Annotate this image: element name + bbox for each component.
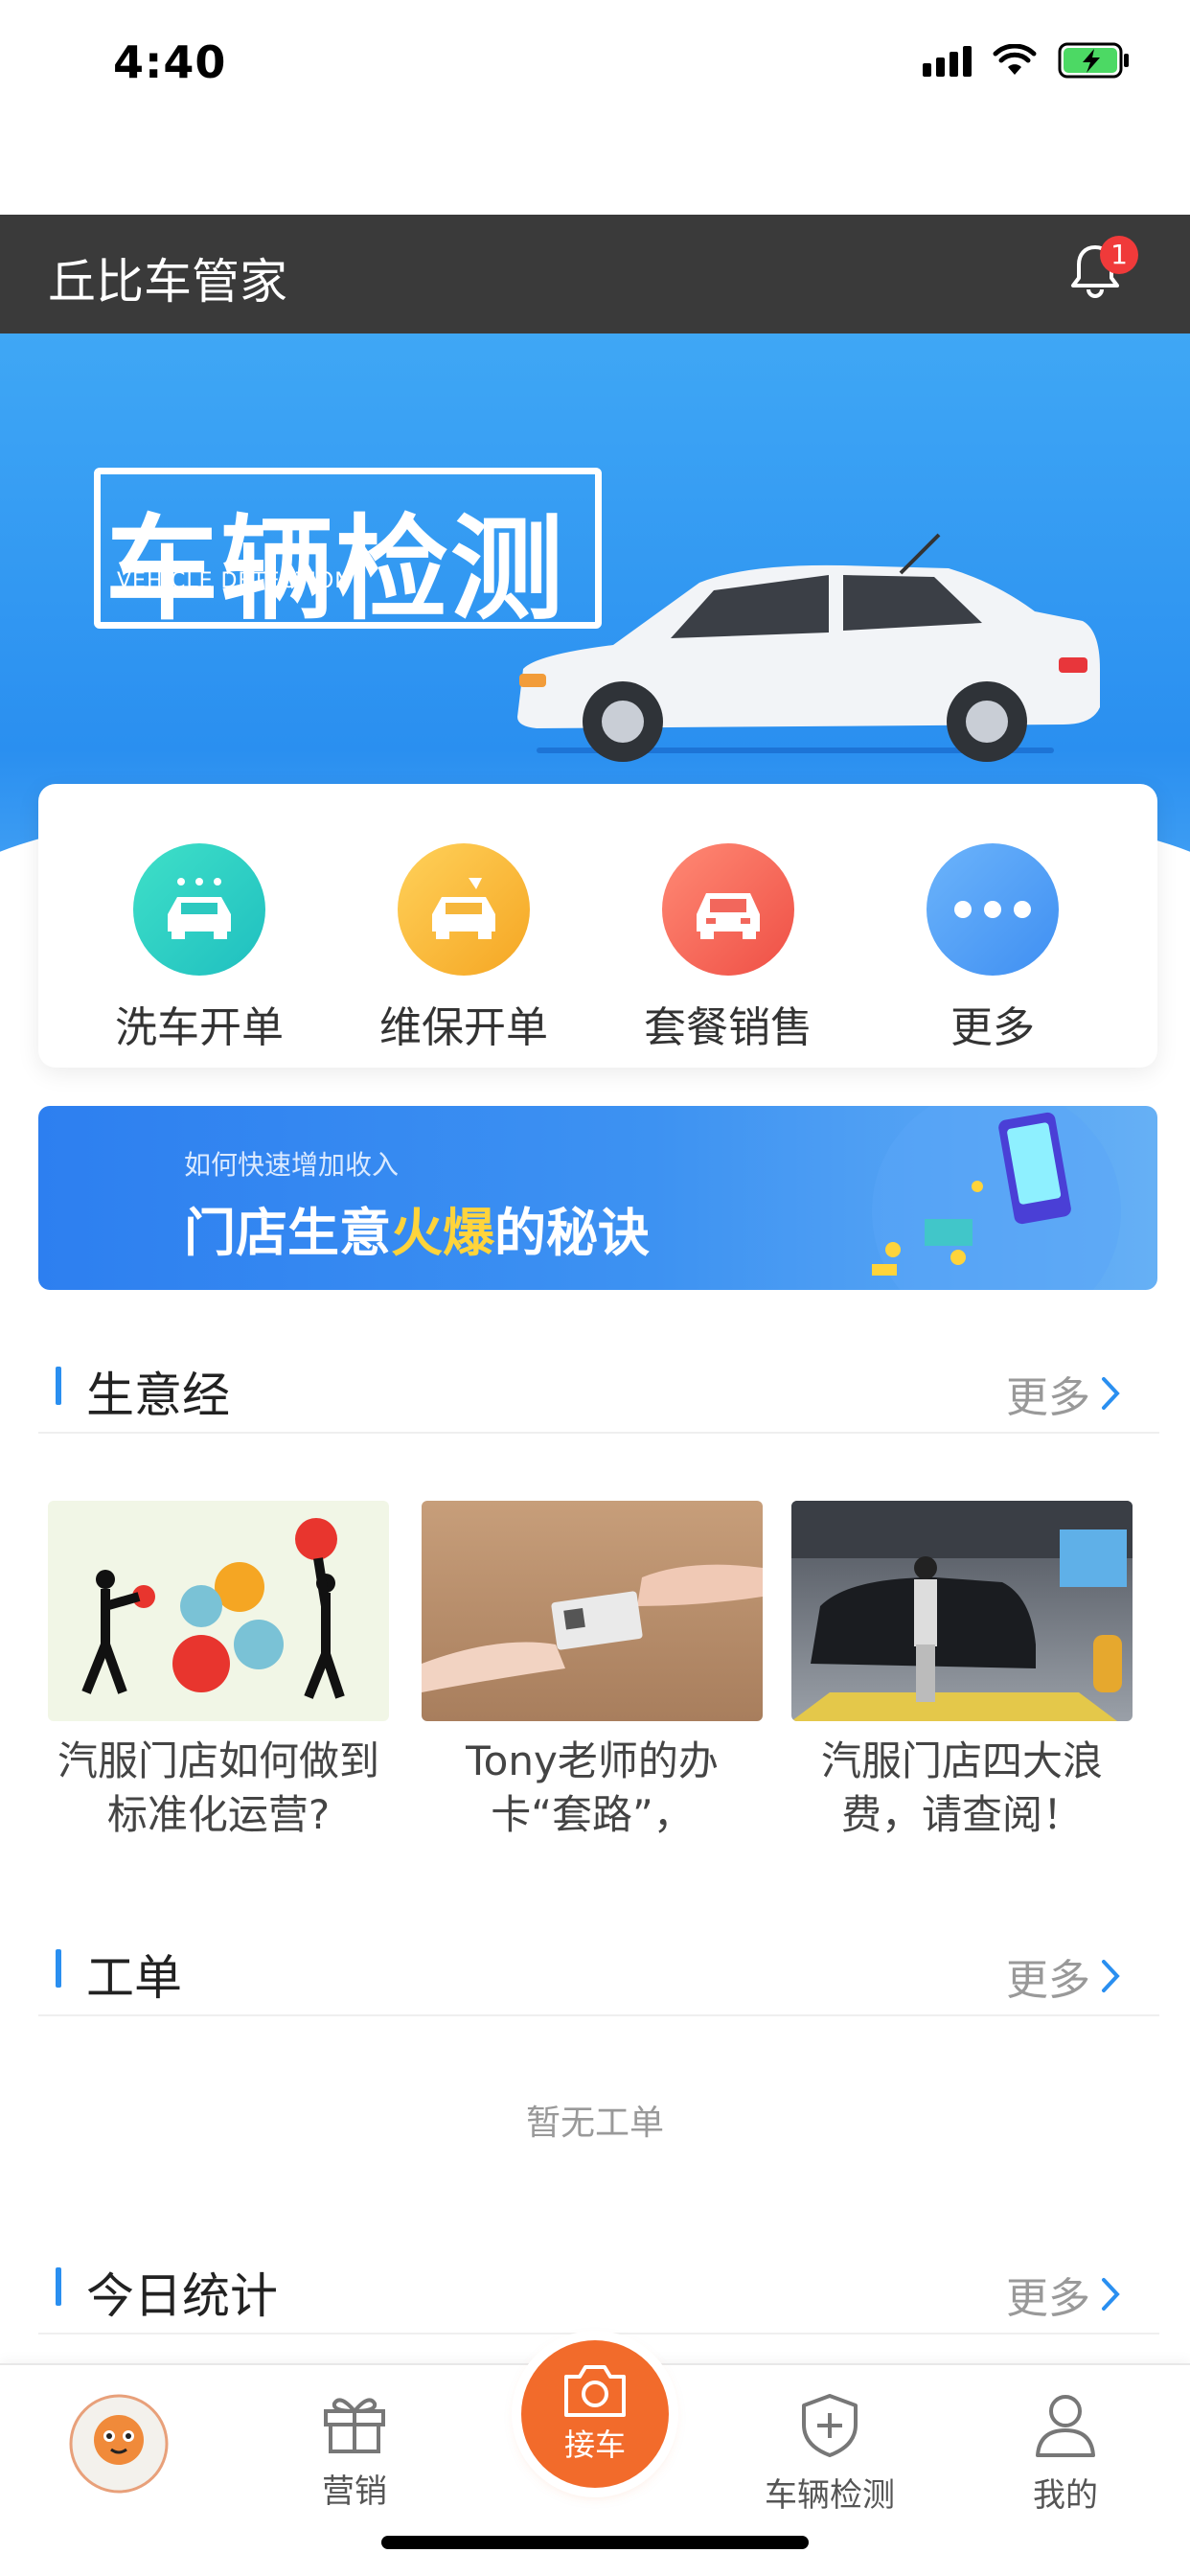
article-card[interactable]: 汽服门店四大浪费，请查阅！ [791,1501,1133,1842]
tab-label: 车辆检测 [765,2476,895,2515]
chevron-right-icon [1102,2278,1120,2311]
more-icon [927,843,1059,976]
store-avatar-icon [69,2394,169,2494]
tab-vehicle-inspection[interactable]: 车辆检测 [734,2392,926,2516]
article-card[interactable]: Tony老师的办卡“套路”， [422,1501,763,1842]
phone-coins-illustration-icon [872,1106,1121,1290]
tab-profile[interactable]: 我的 [970,2392,1161,2516]
promo-title: 门店生意火爆的秘诀 [184,1190,650,1266]
wifi-icon [993,44,1037,77]
banner-subtitle: VEHICLE DETECTION [117,569,352,593]
more-actions-button[interactable]: 更多 [878,843,1108,1054]
app-title: 丘比车管家 [48,254,287,310]
car-wash-icon [133,843,265,976]
promo-title-part2: 的秘诀 [494,1203,650,1263]
user-icon [1036,2395,1095,2457]
promo-title-highlight: 火爆 [391,1203,494,1263]
tab-store[interactable] [23,2392,215,2499]
business-section-header: 生意经 更多 [38,1328,1159,1434]
notification-badge: 1 [1100,236,1138,274]
tab-marketing[interactable]: 营销 [259,2392,450,2512]
maintenance-order-button[interactable]: 维保开单 [349,843,579,1054]
action-label: 套餐销售 [644,1003,812,1052]
car-repair-icon [398,843,530,976]
promo-title-part1: 门店生意 [184,1203,391,1263]
tab-label: 接车 [563,2426,626,2463]
promo-subtitle: 如何快速增加收入 [184,1149,400,1181]
work-orders-section-header: 工单 更多 [38,1911,1159,2016]
more-label: 更多 [1006,2274,1090,2323]
shield-plus-icon [802,2394,858,2457]
article-image [791,1501,1133,1721]
status-icons [923,42,1131,79]
section-accent-bar [56,2267,61,2306]
status-time: 4:40 [113,36,227,88]
battery-icon [1058,42,1131,79]
empty-work-orders-text: 暂无工单 [525,2104,664,2143]
gears-people-icon [81,1518,345,1699]
article-title: 汽服门店四大浪费，请查阅！ [820,1737,1103,1838]
work-orders-more-link[interactable]: 更多 [1006,1945,1121,2007]
signal-icon [923,44,972,77]
section-accent-bar [56,1949,61,1988]
section-title: 生意经 [86,1368,230,1423]
banner-title: 车辆检测 [105,503,566,635]
more-label: 更多 [1006,1956,1090,2005]
chevron-right-icon [1102,1377,1120,1410]
gift-icon [324,2398,385,2453]
section-accent-bar [56,1367,61,1405]
section-title: 今日统计 [86,2268,278,2324]
article-image [422,1501,763,1721]
article-title: 汽服门店如何做到标准化运营? [57,1737,379,1838]
status-bar: 4:40 [0,0,1190,126]
car-service-photo-icon [791,1501,1133,1721]
tab-label: 营销 [322,2472,387,2511]
camera-icon [564,2365,626,2417]
car-wash-order-button[interactable]: 洗车开单 [84,843,314,1054]
action-label: 洗车开单 [115,1003,284,1052]
car-package-icon [662,843,794,976]
package-sale-button[interactable]: 套餐销售 [613,843,843,1054]
article-title: Tony老师的办卡“套路”， [466,1737,719,1838]
chevron-right-icon [1102,1960,1120,1992]
more-label: 更多 [1006,1373,1090,1422]
notification-button[interactable]: 1 [1065,236,1138,301]
promo-banner[interactable]: 如何快速增加收入 门店生意火爆的秘诀 [38,1106,1157,1290]
tab-pickup-car-button[interactable]: 接车 [521,2340,669,2488]
today-stats-more-link[interactable]: 更多 [1006,2264,1121,2325]
article-card[interactable]: 汽服门店如何做到标准化运营? [48,1501,389,1842]
app-header: 丘比车管家 1 [0,215,1190,334]
home-indicator [381,2536,809,2549]
action-label: 维保开单 [379,1003,548,1052]
action-label: 更多 [950,1003,1035,1052]
business-more-link[interactable]: 更多 [1006,1363,1121,1424]
section-title: 工单 [86,1950,182,2006]
today-stats-section-header: 今日统计 更多 [38,2229,1159,2334]
article-image [48,1501,389,1721]
handing-card-icon [422,1564,763,1692]
tab-label: 我的 [1033,2476,1098,2515]
car-illustration-icon [517,533,1100,762]
quick-actions-card: 洗车开单 维保开单 套餐销售 更多 [38,784,1157,1068]
